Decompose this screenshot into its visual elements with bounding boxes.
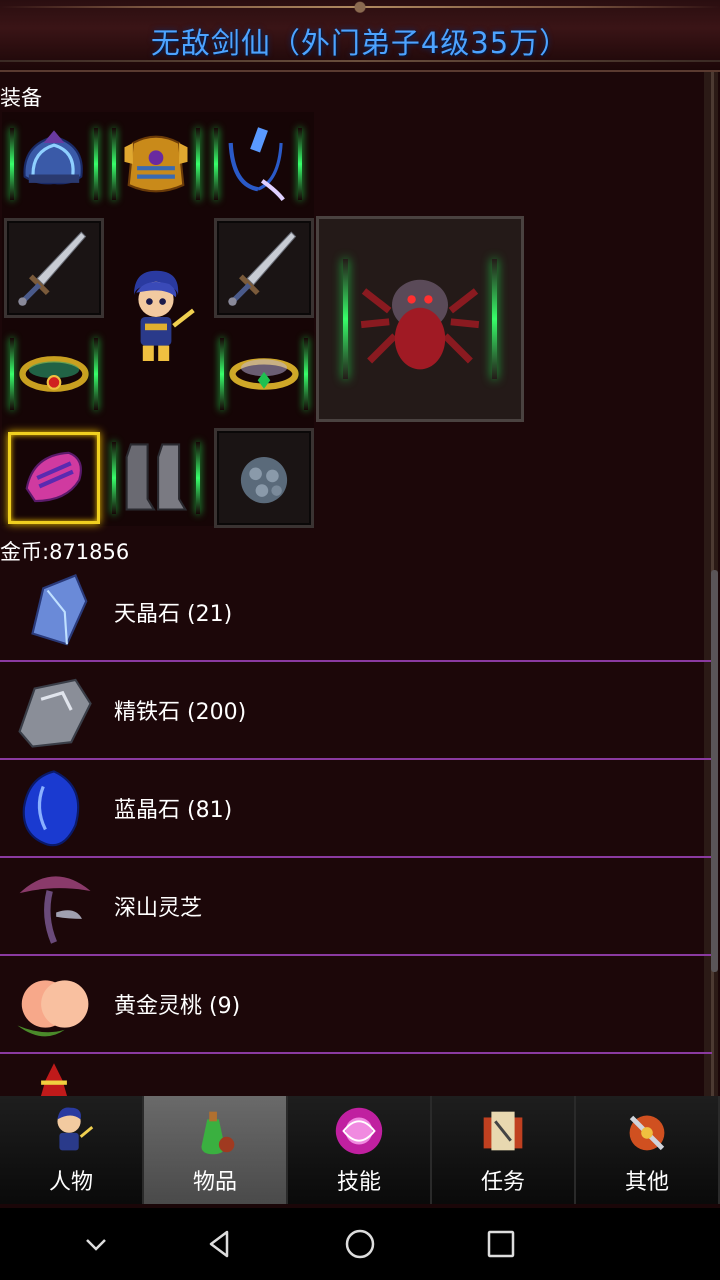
armor-icon [124,135,188,193]
helmet-icon [23,130,83,185]
bottom-tab-bar: 人物 物品 技能 任务 其他 [0,1096,720,1204]
title-banner: 无敌剑仙（外门弟子4级35万） [0,0,720,72]
sword-icon [228,231,297,306]
chevron-down-icon [86,1239,106,1251]
orb-icon [240,457,288,504]
item-name: 黄金灵桃 (9) [114,994,241,1019]
equip-slot-ring-left[interactable] [4,324,104,424]
blue-crystal-icon [6,762,102,854]
equipment-panel [2,112,314,528]
spider-mount-icon [360,279,480,370]
lingzhi-mushroom-icon [6,860,102,952]
boots-icon [125,443,188,511]
tab-other[interactable]: 其他 [576,1096,720,1204]
rare-item-frame [8,432,100,524]
iron-ore-icon [6,664,102,756]
quest-scroll-tab-icon [483,1111,523,1151]
list-item[interactable]: 天晶石 (21) [0,564,712,662]
character-tab-icon [57,1107,94,1151]
tab-label: 其他 [624,1170,669,1195]
skill-orb-tab-icon [335,1107,383,1155]
list-item[interactable]: 精铁石 (200) [0,662,712,760]
potion-tab-icon [201,1111,235,1155]
equip-slot-mount[interactable] [316,216,524,422]
gold-amount: 金币:871856 [0,540,130,564]
home-circle-icon [345,1229,375,1259]
game-screen: 无敌剑仙（外门弟子4级35万） 装备 金币:871856 天晶石 (21) 精铁… [0,0,720,1208]
nav-hide-button[interactable] [76,1224,116,1264]
equip-slot-armor[interactable] [106,114,206,214]
equip-slot-accessory[interactable] [214,428,314,528]
ring-icon [229,358,299,390]
sky-crystal-icon [6,566,102,658]
equip-slot-gloves[interactable] [4,428,104,528]
item-list[interactable]: 天晶石 (21) 精铁石 (200) 蓝晶石 (81) 深山灵芝 黄金灵桃 (9… [0,564,712,1097]
equip-slot-weapon-right[interactable] [214,218,314,318]
nav-home-button[interactable] [340,1224,380,1264]
back-triangle-icon [209,1230,229,1258]
golden-peach-icon [6,958,102,1050]
tab-label: 技能 [336,1170,381,1195]
nav-recents-button[interactable] [481,1224,521,1264]
item-name: 深山灵芝 [114,896,203,921]
red-potion-icon [6,1056,102,1097]
tab-label: 物品 [192,1170,237,1195]
system-nav-bar [0,1208,720,1280]
tab-label: 人物 [48,1170,93,1195]
list-item[interactable]: 黄金灵桃 (9) [0,956,712,1054]
item-list-scrollbar[interactable] [711,570,718,972]
character-title: 无敌剑仙（外门弟子4级35万） [150,26,570,60]
ring-icon [19,356,89,392]
tab-items[interactable]: 物品 [144,1096,288,1204]
list-item[interactable] [0,1054,712,1097]
equip-slot-weapon-left[interactable] [4,218,104,318]
tab-skills[interactable]: 技能 [288,1096,432,1204]
list-item[interactable]: 蓝晶石 (81) [0,760,712,858]
recents-square-icon [487,1230,515,1258]
necklace-icon [228,127,285,201]
sword-icon [18,231,87,306]
character-icon [134,270,195,361]
tab-character[interactable]: 人物 [0,1096,144,1204]
tab-label: 任务 [480,1170,525,1195]
item-name: 天晶石 (21) [114,602,233,627]
equip-slot-helmet[interactable] [4,114,104,214]
equipment-section-label: 装备 [0,86,42,110]
equip-slot-boots[interactable] [106,428,206,528]
nav-back-button[interactable] [200,1224,240,1264]
tab-quests[interactable]: 任务 [432,1096,576,1204]
equip-slot-necklace[interactable] [208,114,308,214]
equip-character [106,252,206,382]
equip-slot-ring-right[interactable] [214,324,314,424]
item-name: 蓝晶石 (81) [114,798,233,823]
list-item[interactable]: 深山灵芝 [0,858,712,956]
item-name: 精铁石 (200) [114,700,247,725]
other-tab-icon [629,1115,665,1151]
